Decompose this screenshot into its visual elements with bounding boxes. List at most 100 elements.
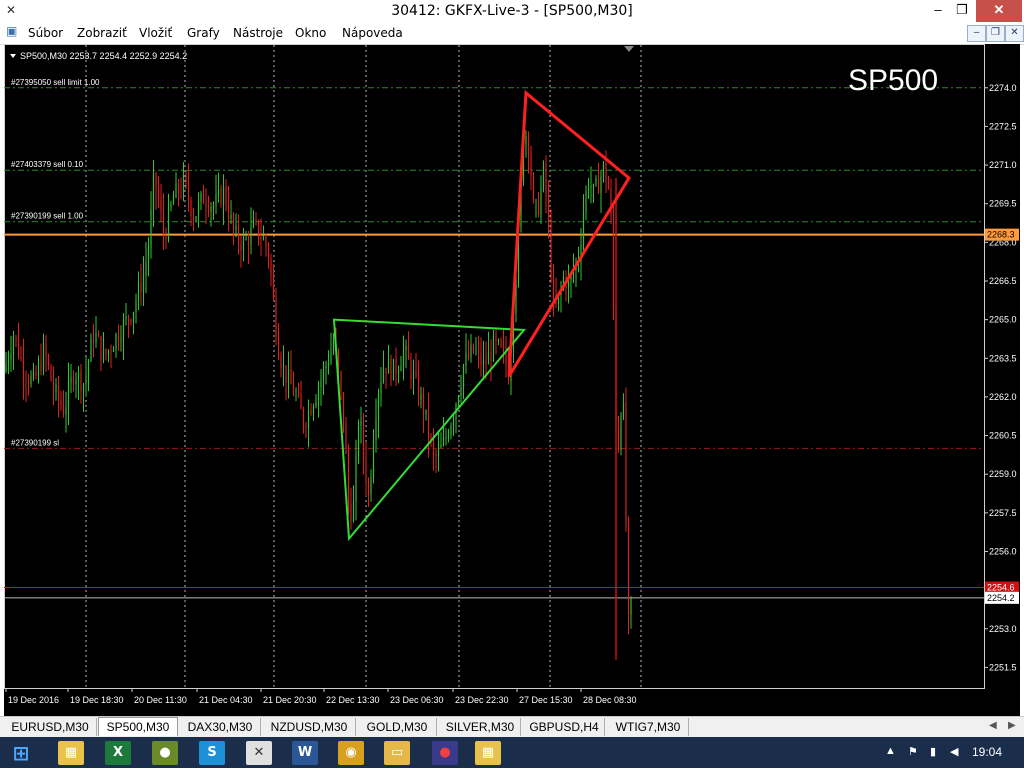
taskbar-app-icon[interactable]: ▦ bbox=[58, 741, 84, 765]
candle-body bbox=[182, 174, 185, 194]
candle-body bbox=[450, 425, 452, 437]
taskbar-app2-icon[interactable]: ● bbox=[152, 741, 178, 765]
tray-flag-icon[interactable]: ⚑ bbox=[908, 745, 918, 758]
chart-shift-marker bbox=[624, 46, 634, 52]
candle-body bbox=[52, 380, 55, 392]
chart-window[interactable]: #27395050 sell limit 1.00 #27403379 sell … bbox=[4, 44, 1020, 716]
menu-view[interactable]: Zobraziť bbox=[77, 26, 127, 40]
candle-body bbox=[57, 384, 60, 400]
candle-body bbox=[340, 372, 342, 392]
tab-scroll-right-icon[interactable]: ▶ bbox=[1008, 720, 1016, 731]
tray-network-icon[interactable]: ▮ bbox=[930, 745, 936, 758]
candle-body bbox=[37, 362, 40, 377]
candle-body bbox=[112, 349, 115, 352]
menu-file[interactable]: Súbor bbox=[28, 26, 63, 40]
word-icon[interactable]: W bbox=[292, 741, 318, 765]
candle-body bbox=[385, 367, 387, 374]
candle-body bbox=[285, 365, 287, 383]
mdi-restore-button[interactable]: ❐ bbox=[986, 25, 1005, 42]
time-tick-label: 21 Dec 20:30 bbox=[263, 695, 317, 705]
candle-body bbox=[442, 437, 445, 445]
tab-eurusd[interactable]: EURUSD,M30 bbox=[4, 718, 97, 736]
price-chart[interactable]: #27395050 sell limit 1.00 #27403379 sell … bbox=[4, 44, 1020, 716]
bid-price-tag: 2254.2 bbox=[987, 593, 1015, 603]
mdi-close-button[interactable]: ✕ bbox=[1005, 25, 1024, 42]
candle-body bbox=[265, 236, 267, 247]
menu-insert[interactable]: Vložiť bbox=[139, 26, 172, 40]
candle-body bbox=[552, 277, 555, 297]
tab-sp500[interactable]: SP500,M30 bbox=[98, 717, 178, 736]
candle-body bbox=[470, 344, 472, 358]
candle-body bbox=[367, 484, 370, 494]
candle-body bbox=[492, 335, 495, 361]
time-tick-label: 28 Dec 08:30 bbox=[583, 695, 637, 705]
candle-body bbox=[412, 371, 415, 379]
folder-icon[interactable]: ▭ bbox=[384, 741, 410, 765]
candle-body bbox=[27, 382, 30, 385]
red-price-tag: 2254.6 bbox=[987, 583, 1015, 593]
candle-body bbox=[257, 220, 260, 239]
menu-charts[interactable]: Grafy bbox=[187, 26, 220, 40]
restore-button[interactable]: ❐ bbox=[946, 0, 978, 22]
candle-body bbox=[67, 381, 70, 408]
candle-body bbox=[402, 350, 405, 367]
tab-nzdusd[interactable]: NZDUSD,M30 bbox=[263, 718, 356, 736]
candle-body bbox=[317, 387, 320, 401]
candle-body bbox=[202, 192, 205, 204]
menu-tools[interactable]: Nástroje bbox=[233, 26, 283, 40]
candle-body bbox=[110, 350, 112, 352]
tab-gold[interactable]: GOLD,M30 bbox=[358, 718, 437, 736]
candle-body bbox=[487, 351, 490, 365]
candle-body bbox=[100, 336, 102, 361]
start-icon[interactable]: ⊞ bbox=[8, 741, 34, 765]
candle-body bbox=[205, 203, 207, 207]
tab-wtig7[interactable]: WTIG7,M30 bbox=[608, 718, 689, 736]
candle-body bbox=[197, 201, 200, 217]
candle-body bbox=[5, 363, 7, 372]
candle-body bbox=[495, 335, 497, 341]
tray-volume-icon[interactable]: ◀ bbox=[950, 745, 958, 758]
mdi-minimize-button[interactable]: – bbox=[967, 25, 986, 42]
candle-body bbox=[152, 173, 155, 210]
candle-body bbox=[62, 405, 65, 415]
candle-body bbox=[300, 395, 302, 410]
tab-dax30[interactable]: DAX30,M30 bbox=[180, 718, 261, 736]
candle-body bbox=[190, 200, 192, 217]
tab-gbpusd[interactable]: GBPUSD,H4 bbox=[524, 718, 605, 736]
excel-icon[interactable]: X bbox=[105, 741, 131, 765]
candle-body bbox=[390, 358, 392, 381]
candle-body bbox=[292, 383, 295, 396]
menu-help[interactable]: Nápoveda bbox=[342, 26, 403, 40]
candle-body bbox=[25, 379, 27, 383]
candle-body bbox=[212, 205, 215, 207]
candle-body bbox=[362, 420, 365, 459]
order-level-label: #27390199 sl bbox=[11, 438, 59, 447]
metatrader-icon[interactable]: ✕ bbox=[246, 741, 272, 765]
taskbar-app3-icon[interactable]: ● bbox=[432, 741, 458, 765]
close-button[interactable]: ✕ bbox=[976, 0, 1022, 22]
candle-body bbox=[472, 344, 475, 352]
candle-body bbox=[40, 362, 42, 371]
candle-body bbox=[530, 154, 532, 177]
candle-body bbox=[130, 319, 132, 322]
taskbar-app4-icon[interactable]: ▦ bbox=[475, 741, 501, 765]
candle-body bbox=[12, 336, 15, 354]
candle-body bbox=[175, 182, 177, 198]
candle-body bbox=[377, 393, 380, 419]
tray-up-arrow-icon[interactable]: ▲ bbox=[885, 745, 896, 757]
chrome-icon[interactable]: ◉ bbox=[338, 741, 364, 765]
tab-scroll-left-icon[interactable]: ◀ bbox=[989, 720, 997, 731]
candle-body bbox=[142, 274, 145, 293]
skype-icon[interactable]: S bbox=[199, 741, 225, 765]
candle-body bbox=[425, 409, 427, 415]
candle-body bbox=[282, 365, 285, 369]
price-tick-label: 2251.5 bbox=[989, 662, 1017, 672]
menu-window[interactable]: Okno bbox=[295, 26, 326, 40]
time-tick-label: 23 Dec 06:30 bbox=[390, 695, 444, 705]
candle-body bbox=[527, 136, 530, 155]
candle-body bbox=[192, 216, 195, 221]
candle-body bbox=[607, 181, 610, 189]
candle-body bbox=[80, 371, 82, 392]
candle-body bbox=[400, 366, 402, 371]
tab-silver[interactable]: SILVER,M30 bbox=[440, 718, 521, 736]
